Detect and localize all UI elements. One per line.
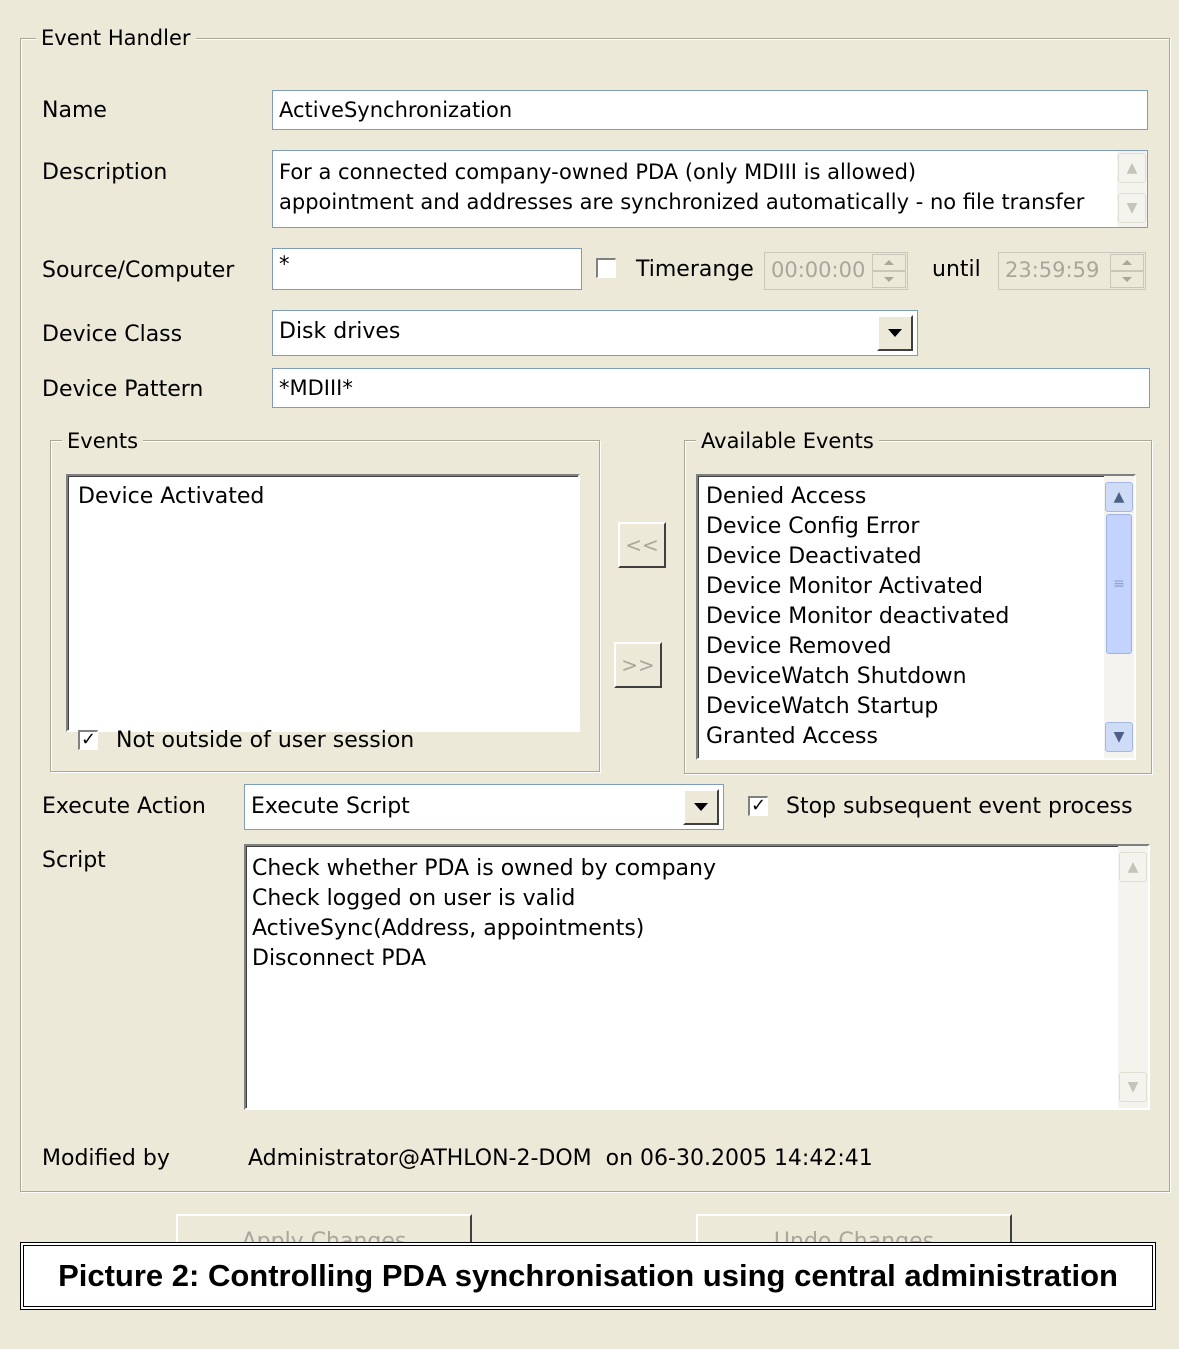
add-event-button[interactable]: << — [618, 522, 666, 568]
script-line: Check whether PDA is owned by company — [252, 856, 716, 881]
dropdown-arrow-icon[interactable] — [683, 789, 719, 825]
device-class-value: Disk drives — [279, 319, 401, 344]
script-scrollbar[interactable]: ▲ ▼ — [1118, 846, 1148, 1108]
description-line: appointment and addresses are synchroniz… — [279, 190, 1085, 214]
device-class-select[interactable]: Disk drives — [272, 310, 918, 356]
script-line: Check logged on user is valid — [252, 886, 576, 911]
spin-down-icon[interactable] — [872, 271, 906, 288]
description-label: Description — [42, 160, 168, 185]
execute-action-value: Execute Script — [251, 794, 410, 819]
time-from-value: 00:00:00 — [771, 258, 866, 282]
description-line: For a connected company-owned PDA (only … — [279, 160, 917, 184]
execute-action-label: Execute Action — [42, 794, 206, 819]
description-scrollbar[interactable]: ▲ ▼ — [1117, 151, 1147, 227]
script-line: ActiveSync(Address, appointments) — [252, 916, 645, 941]
not-outside-checkbox[interactable]: ✓ — [78, 730, 98, 750]
source-computer-input[interactable]: * — [272, 248, 582, 290]
scroll-up-icon[interactable]: ▲ — [1105, 482, 1133, 512]
available-events-scrollbar[interactable]: ▲ ≡ ▼ — [1104, 476, 1134, 758]
available-events-item[interactable]: Denied Access — [706, 482, 1134, 512]
until-label: until — [932, 257, 981, 282]
available-events-item[interactable]: DeviceWatch Shutdown — [706, 662, 1134, 692]
time-to-spinner[interactable] — [1110, 254, 1144, 288]
script-line: Disconnect PDA — [252, 946, 427, 971]
modified-by-value: Administrator@ATHLON-2-DOM on 06-30.2005… — [248, 1146, 873, 1171]
scroll-up-icon[interactable]: ▲ — [1119, 852, 1147, 882]
scroll-thumb[interactable]: ≡ — [1106, 514, 1132, 654]
modified-by-label: Modified by — [42, 1146, 170, 1171]
available-events-title: Available Events — [696, 429, 879, 453]
description-textarea[interactable]: For a connected company-owned PDA (only … — [272, 150, 1148, 228]
source-computer-label: Source/Computer — [42, 258, 235, 283]
spin-up-icon[interactable] — [872, 254, 906, 271]
timerange-checkbox[interactable] — [596, 258, 616, 278]
device-pattern-label: Device Pattern — [42, 377, 204, 402]
available-events-item[interactable]: Device Removed — [706, 632, 1134, 662]
name-input[interactable]: ActiveSynchronization — [272, 90, 1148, 130]
device-pattern-input[interactable]: *MDIII* — [272, 368, 1150, 408]
events-list[interactable]: Device Activated — [66, 474, 580, 732]
available-events-list[interactable]: Denied Access Device Config Error Device… — [696, 474, 1136, 760]
device-class-label: Device Class — [42, 322, 183, 347]
scroll-down-icon[interactable]: ▼ — [1118, 193, 1146, 223]
events-list-item[interactable]: Device Activated — [78, 482, 578, 512]
execute-action-select[interactable]: Execute Script — [244, 784, 724, 830]
available-events-item[interactable]: Granted Access — [706, 722, 1134, 752]
dropdown-arrow-icon[interactable] — [877, 315, 913, 351]
timerange-label: Timerange — [636, 257, 754, 282]
available-events-item[interactable]: Device Deactivated — [706, 542, 1134, 572]
scroll-down-icon[interactable]: ▼ — [1105, 722, 1133, 752]
scroll-down-icon[interactable]: ▼ — [1119, 1072, 1147, 1102]
time-to-value: 23:59:59 — [1005, 258, 1100, 282]
available-events-item[interactable]: Device Monitor deactivated — [706, 602, 1134, 632]
event-handler-title: Event Handler — [36, 26, 196, 50]
figure-caption: Picture 2: Controlling PDA synchronisati… — [20, 1242, 1156, 1310]
spin-up-icon[interactable] — [1110, 254, 1144, 271]
stop-subsequent-checkbox[interactable]: ✓ — [748, 796, 768, 816]
event-handler-panel: Event Handler Name ActiveSynchronization… — [0, 0, 1179, 1349]
not-outside-label: Not outside of user session — [116, 728, 415, 753]
scroll-up-icon[interactable]: ▲ — [1118, 153, 1146, 183]
script-textarea[interactable]: Check whether PDA is owned by company Ch… — [244, 844, 1150, 1110]
available-events-item[interactable]: Device Monitor Activated — [706, 572, 1134, 602]
stop-subsequent-label: Stop subsequent event process — [786, 794, 1133, 819]
available-events-item[interactable]: Device Config Error — [706, 512, 1134, 542]
script-label: Script — [42, 848, 106, 873]
events-title: Events — [62, 429, 144, 453]
spin-down-icon[interactable] — [1110, 271, 1144, 288]
name-label: Name — [42, 98, 107, 123]
time-from-spinner[interactable] — [872, 254, 906, 288]
remove-event-button[interactable]: >> — [614, 642, 662, 688]
available-events-item[interactable]: DeviceWatch Startup — [706, 692, 1134, 722]
